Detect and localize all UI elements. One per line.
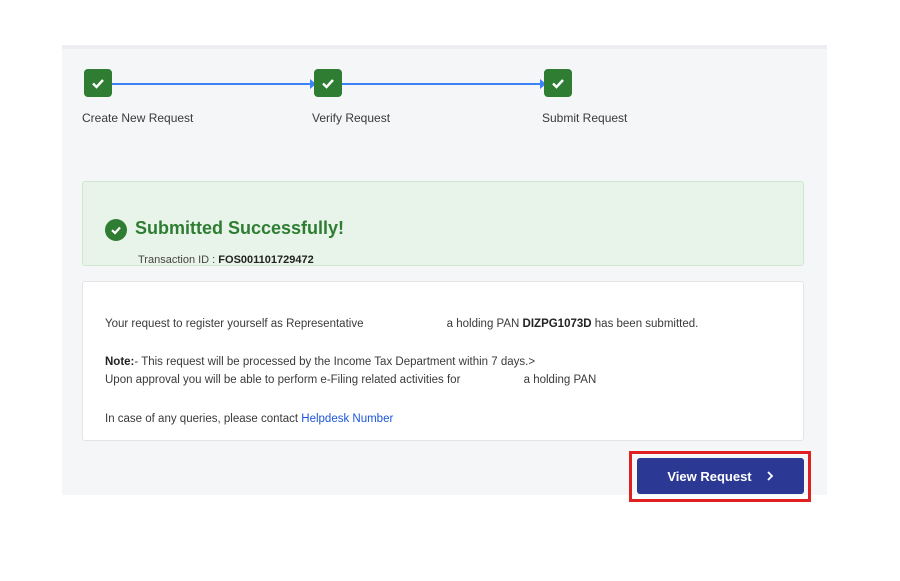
redacted-text: [463, 374, 524, 386]
note-text: - This request will be processed by the …: [134, 356, 536, 368]
step-label: Verify Request: [312, 111, 391, 125]
contact-line: In case of any queries, please contact H…: [105, 413, 393, 425]
success-title: Submitted Successfully!: [135, 218, 345, 238]
approval-line: Upon approval you will be able to perfor…: [105, 374, 596, 386]
submission-message: Your request to register yourself as Rep…: [105, 318, 698, 330]
message-text: Upon approval you will be able to perfor…: [105, 374, 461, 387]
step-complete-icon: [84, 69, 112, 97]
helpdesk-number-link[interactable]: Helpdesk Number: [301, 413, 393, 425]
pan-number: DIZPG1073D: [522, 318, 592, 331]
panel-top-border: [62, 45, 827, 49]
note-label: Note:: [105, 356, 135, 368]
step-connector: [112, 79, 316, 89]
message-text: has been submitted.: [591, 318, 699, 331]
chevron-right-icon: [766, 469, 774, 484]
step-complete-icon: [544, 69, 572, 97]
step-label: Create New Request: [82, 111, 194, 125]
note-line: Note:- This request will be processed by…: [105, 356, 535, 368]
step-complete-icon: [314, 69, 342, 97]
check-circle-icon: [105, 219, 127, 241]
success-banner: Submitted Successfully! Transaction ID :…: [82, 181, 804, 266]
transaction-id: FOS001101729472: [218, 254, 314, 266]
step-connector: [342, 79, 546, 89]
step-create-new-request: Create New Request: [82, 69, 193, 125]
message-text: In case of any queries, please contact: [105, 413, 302, 425]
message-text: Your request to register yourself as Rep…: [105, 318, 364, 331]
step-submit-request: Submit Request: [542, 69, 627, 125]
step-label: Submit Request: [542, 111, 628, 125]
redacted-text: [366, 318, 447, 330]
view-request-label: View Request: [667, 468, 752, 484]
message-text: a holding PAN: [446, 318, 523, 331]
request-details-card: Your request to register yourself as Rep…: [82, 281, 804, 441]
transaction-label: Transaction ID :: [138, 254, 219, 266]
view-request-button[interactable]: View Request: [637, 458, 804, 494]
step-verify-request: Verify Request: [312, 69, 390, 125]
message-text: a holding PAN: [523, 374, 597, 387]
transaction-id-row: Transaction ID : FOS001101729472: [138, 254, 314, 266]
